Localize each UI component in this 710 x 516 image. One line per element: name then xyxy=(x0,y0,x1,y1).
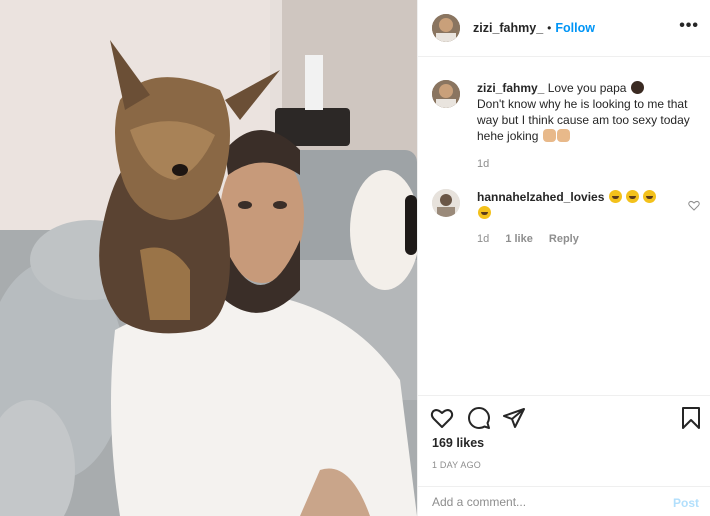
commenter-avatar[interactable] xyxy=(432,189,460,217)
post-comment-button[interactable]: Post xyxy=(673,496,699,510)
comment-item: hannahelzahed_lovies 1d 1 like Reply xyxy=(432,189,702,247)
hand-emoji-icon xyxy=(542,129,556,142)
comment-bubble-icon[interactable] xyxy=(467,406,491,430)
comment-likes[interactable]: 1 like xyxy=(505,233,533,245)
comment-meta: 1d 1 like Reply xyxy=(477,231,697,247)
caption-avatar[interactable] xyxy=(432,80,460,108)
caption-body: zizi_fahmy_ Love you papa Don't know why… xyxy=(477,80,697,172)
paper-plane-icon[interactable] xyxy=(502,406,526,430)
follow-button[interactable]: Follow xyxy=(555,21,595,35)
caption-meta: 1d xyxy=(477,156,697,172)
comment-body: hannahelzahed_lovies 1d 1 like Reply xyxy=(477,189,697,247)
post-details-panel: zizi_fahmy_ • Follow ••• zizi_fahmy_ Lov… xyxy=(417,0,710,516)
author-avatar[interactable] xyxy=(432,14,460,42)
header-separator: • xyxy=(547,21,552,35)
caption: zizi_fahmy_ Love you papa Don't know why… xyxy=(432,80,702,172)
comment-username[interactable]: hannahelzahed_lovies xyxy=(477,190,604,204)
caption-text: Love you papa xyxy=(547,81,627,95)
post-header: zizi_fahmy_ • Follow ••• xyxy=(418,0,710,57)
laughing-emoji-icon xyxy=(643,190,657,203)
caption-time[interactable]: 1d xyxy=(477,158,489,170)
comment-time[interactable]: 1d xyxy=(477,233,489,245)
post-date[interactable]: 1 DAY AGO xyxy=(432,460,481,470)
laughing-emoji-icon xyxy=(608,190,622,203)
likes-count[interactable]: 169 likes xyxy=(432,436,484,450)
hand-emoji-icon xyxy=(556,129,570,142)
face-emoji-icon xyxy=(630,81,644,94)
photo-illustration xyxy=(0,0,417,516)
laughing-emoji-icon xyxy=(626,190,640,203)
caption-username[interactable]: zizi_fahmy_ xyxy=(477,81,544,95)
bookmark-icon[interactable] xyxy=(679,406,703,430)
comment-like-heart-icon[interactable] xyxy=(688,200,700,211)
heart-icon[interactable] xyxy=(430,406,454,430)
comment-input[interactable] xyxy=(432,495,652,509)
caption-text-line2: Don't know why he is looking to me that … xyxy=(477,97,690,143)
more-options-icon[interactable]: ••• xyxy=(679,18,699,34)
post-photo[interactable] xyxy=(0,0,417,516)
comment-composer: Post xyxy=(418,486,710,516)
post-actions: 169 likes 1 DAY AGO Post xyxy=(418,395,710,516)
reply-button[interactable]: Reply xyxy=(549,233,579,245)
laughing-emoji-icon xyxy=(478,206,491,219)
author-username[interactable]: zizi_fahmy_ xyxy=(473,21,543,35)
